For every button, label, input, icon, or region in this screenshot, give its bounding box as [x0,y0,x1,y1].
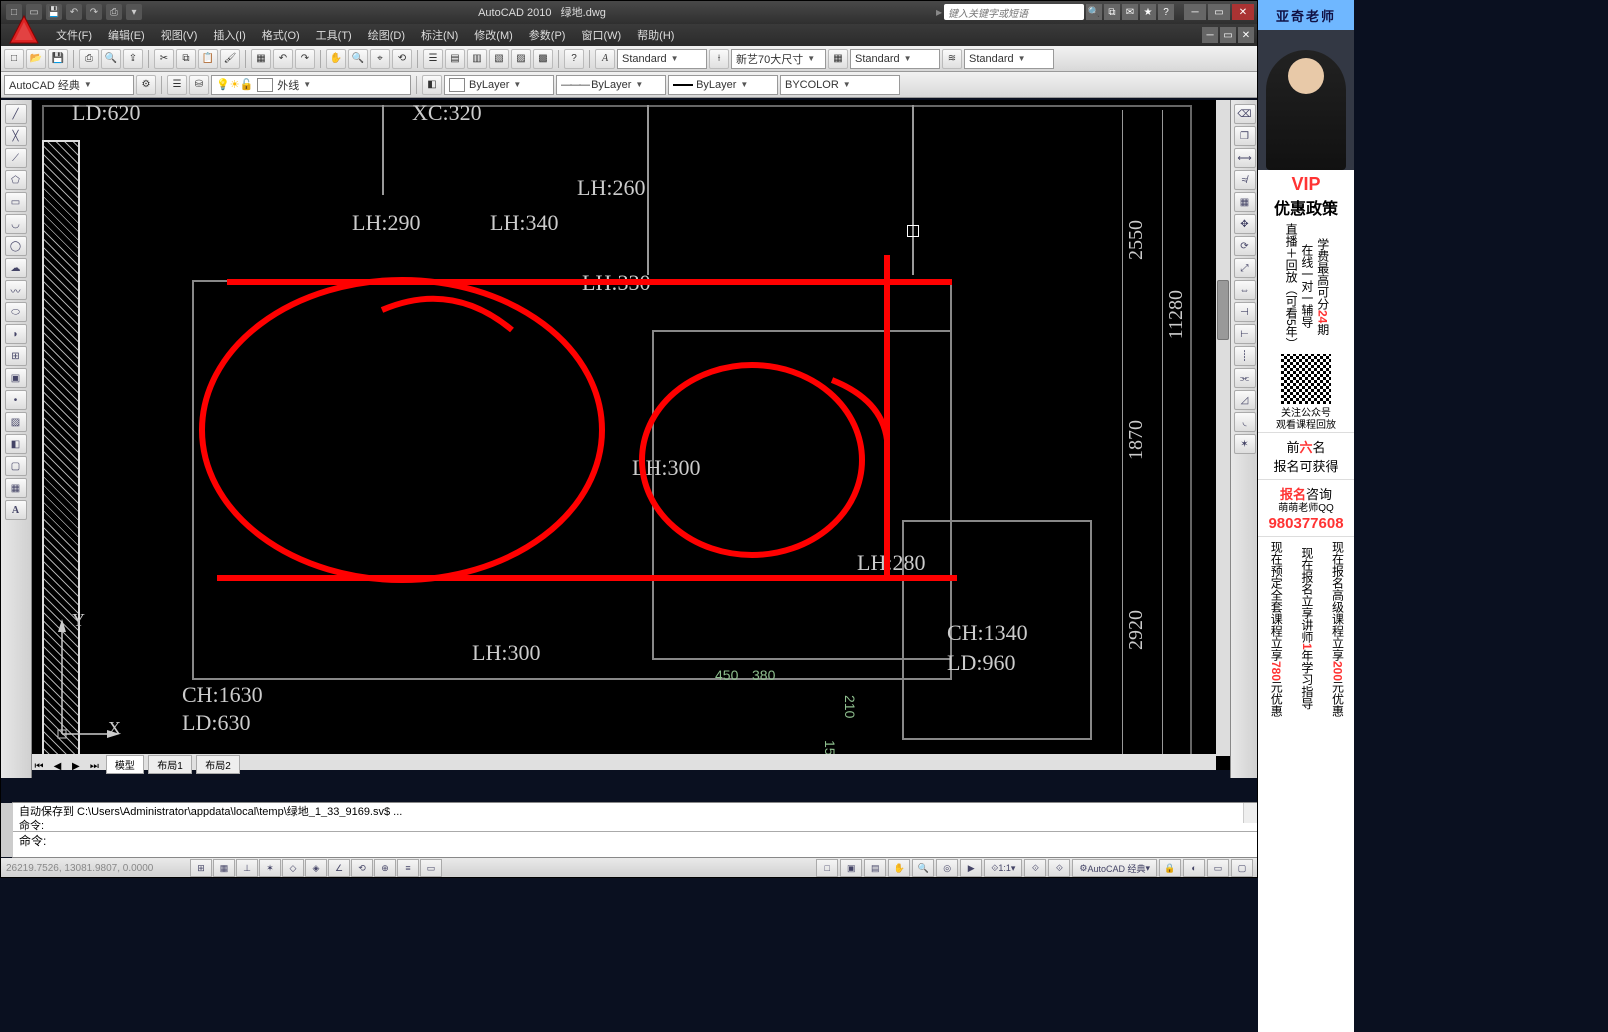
promo-top6: 前六名 [1260,437,1352,456]
promo-qr-note: 关注公众号观看课程回放 [1258,408,1354,432]
promo-col1: 直播＋回放（可看5年） [1283,223,1297,350]
promo-qq: 980377608 [1260,515,1352,532]
promo-vip: VIP [1258,174,1354,195]
promo-policy: 优惠政策 [1258,195,1354,219]
promo-offers: 现在预定全套课程立享780元优惠 现在报名立享讲师1年学习指导 现在报名高级课程… [1258,536,1354,721]
promo-panel: 亚奇老师 VIP 优惠政策 直播＋回放（可看5年） 在线一对一辅导 学费最高可分… [1258,0,1354,1032]
promo-teacher: 萌萌老师QQ [1260,503,1352,515]
promo-photo [1258,30,1354,170]
promo-qr [1281,354,1331,404]
promo-col3: 学费最高可分24期 [1315,223,1329,350]
promo-signup: 报名可获得 [1260,456,1352,475]
promo-header: 亚奇老师 [1258,0,1354,30]
promo-consult: 报名咨询 [1260,484,1352,503]
promo-col2: 在线一对一辅导 [1299,223,1313,350]
